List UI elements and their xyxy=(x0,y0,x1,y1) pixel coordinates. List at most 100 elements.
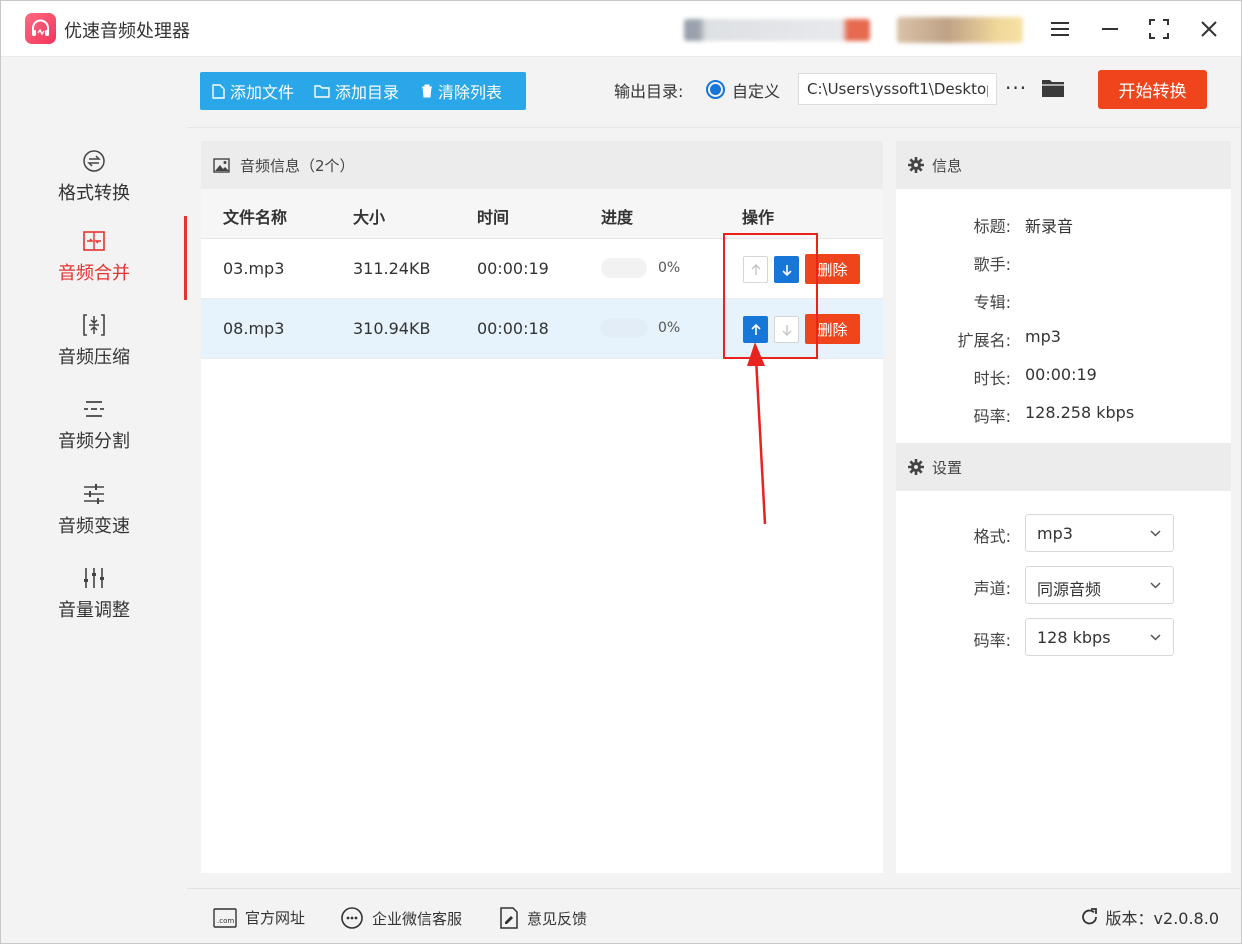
sidebar-item-audio-compress[interactable]: 音频压缩 xyxy=(1,300,187,380)
feedback-link[interactable]: 意见反馈 xyxy=(499,907,587,929)
table-row[interactable]: 08.mp3 310.94KB 00:00:18 0% 删除 xyxy=(201,299,883,359)
table-header: 文件名称 大小 时间 进度 操作 xyxy=(201,189,883,239)
folder-icon xyxy=(314,85,330,98)
sidebar-item-label: 格式转换 xyxy=(58,183,130,204)
move-down-button[interactable] xyxy=(774,316,799,343)
info-value-extension: mp3 xyxy=(1025,327,1061,346)
website-label: 官方网址 xyxy=(245,909,306,927)
file-duration: 00:00:18 xyxy=(477,319,549,338)
setting-label-channel: 声道: xyxy=(973,579,1011,598)
refresh-icon xyxy=(1081,908,1097,925)
gear-icon xyxy=(908,459,924,475)
file-panel-header: 音频信息（2个） xyxy=(201,141,883,189)
info-label-artist: 歌手: xyxy=(973,255,1011,274)
col-size: 大小 xyxy=(353,208,386,227)
sidebar: 格式转换 音频合并 音频压缩 音频分割 音频变速 音量调整 xyxy=(1,58,187,943)
progress-bar xyxy=(601,318,647,338)
svg-text:.com: .com xyxy=(217,917,234,925)
info-value-bitrate: 128.258 kbps xyxy=(1025,403,1135,422)
version-label: 版本：v2.0.8.0 xyxy=(1105,909,1219,928)
add-directory-button[interactable]: 添加目录 xyxy=(294,72,399,110)
app-logo-icon xyxy=(25,13,56,44)
move-up-button[interactable] xyxy=(743,256,768,283)
start-convert-button[interactable]: 开始转换 xyxy=(1098,70,1207,109)
info-value-title: 新录音 xyxy=(1025,217,1074,236)
chevron-down-icon xyxy=(1150,634,1161,641)
footer: .com 官方网址 企业微信客服 意见反馈 版本：v2.0.8.0 xyxy=(187,888,1241,943)
toolbar: 添加文件 添加目录 清除列表 输出目录: 自定义 ··· 开始转换 xyxy=(187,58,1241,128)
minimize-icon[interactable] xyxy=(1096,15,1124,43)
col-time: 时间 xyxy=(477,208,510,227)
arrow-up-icon xyxy=(750,323,761,335)
custom-radio-label[interactable]: 自定义 xyxy=(732,78,780,102)
file-list-panel: 音频信息（2个） 文件名称 大小 时间 进度 操作 03.mp3 311.24K… xyxy=(201,141,883,873)
arrow-down-icon xyxy=(781,264,792,276)
settings-panel-title: 设置 xyxy=(932,458,963,477)
custom-radio[interactable] xyxy=(706,80,725,99)
info-panel-header: 信息 xyxy=(896,141,1231,189)
sidebar-item-format-convert[interactable]: 格式转换 xyxy=(1,136,187,216)
info-label-duration: 时长: xyxy=(973,369,1011,388)
browse-more-button[interactable]: ··· xyxy=(1005,76,1027,100)
menu-icon[interactable] xyxy=(1046,15,1074,43)
clear-list-button[interactable]: 清除列表 xyxy=(399,72,502,110)
file-icon xyxy=(212,83,225,99)
gear-icon xyxy=(908,157,924,173)
app-window: 优速音频处理器 格式转换 音频合并 音频压缩 音频分割 音频变速 音量调整 添加… xyxy=(0,0,1242,944)
trash-icon xyxy=(422,84,433,98)
format-select[interactable]: mp3 xyxy=(1025,514,1174,552)
version-info: 版本：v2.0.8.0 xyxy=(1080,905,1219,929)
file-panel-title: 音频信息（2个） xyxy=(240,156,355,175)
audio-speed-icon xyxy=(82,480,106,508)
sidebar-item-label: 音频压缩 xyxy=(58,347,130,368)
delete-button[interactable]: 删除 xyxy=(805,314,860,344)
radio-dot xyxy=(710,84,721,95)
sidebar-item-audio-split[interactable]: 音频分割 xyxy=(1,384,187,464)
settings-panel: 设置 格式: mp3 声道: 同源音频 码率: 128 kbps xyxy=(896,443,1231,873)
feedback-icon xyxy=(500,907,518,929)
sidebar-item-label: 音频分割 xyxy=(58,431,130,452)
file-size: 310.94KB xyxy=(353,319,431,338)
info-value-duration: 00:00:19 xyxy=(1025,365,1097,384)
close-icon[interactable] xyxy=(1195,15,1223,43)
file-name: 03.mp3 xyxy=(223,259,285,278)
channel-select[interactable]: 同源音频 xyxy=(1025,566,1174,604)
sidebar-item-volume-adjust[interactable]: 音量调整 xyxy=(1,553,187,633)
website-link[interactable]: .com 官方网址 xyxy=(213,907,305,928)
feedback-label: 意见反馈 xyxy=(527,909,588,928)
progress-percent: 0% xyxy=(658,260,681,276)
output-path-input[interactable] xyxy=(798,73,997,105)
clear-list-label: 清除列表 xyxy=(438,83,503,102)
info-label-album: 专辑: xyxy=(973,293,1011,312)
volume-adjust-icon xyxy=(82,564,106,592)
website-icon: .com xyxy=(213,907,237,928)
file-duration: 00:00:19 xyxy=(477,259,549,278)
delete-button[interactable]: 删除 xyxy=(805,254,860,284)
channel-select-value: 同源音频 xyxy=(1037,580,1102,599)
move-down-button[interactable] xyxy=(774,256,799,283)
sidebar-item-label: 音频合并 xyxy=(58,263,130,284)
add-file-label: 添加文件 xyxy=(230,83,295,102)
format-select-value: mp3 xyxy=(1037,524,1073,543)
maximize-icon[interactable] xyxy=(1145,15,1173,43)
file-size: 311.24KB xyxy=(353,259,431,278)
table-row[interactable]: 03.mp3 311.24KB 00:00:19 0% 删除 xyxy=(201,239,883,299)
move-up-button[interactable] xyxy=(743,316,768,343)
open-folder-icon[interactable] xyxy=(1041,78,1065,102)
add-file-button[interactable]: 添加文件 xyxy=(200,72,294,110)
arrow-down-icon xyxy=(781,324,792,336)
bitrate-select[interactable]: 128 kbps xyxy=(1025,618,1174,656)
format-convert-icon xyxy=(82,147,106,175)
progress-bar xyxy=(601,258,647,278)
file-name: 08.mp3 xyxy=(223,319,285,338)
user-avatar-blurred xyxy=(897,17,1023,43)
audio-compress-icon xyxy=(82,311,106,339)
chevron-down-icon xyxy=(1150,530,1161,537)
info-panel: 信息 标题: 新录音 歌手: 专辑: 扩展名: mp3 时长: 00:00:19… xyxy=(896,141,1231,443)
wechat-service-link[interactable]: 企业微信客服 xyxy=(340,907,462,929)
info-label-title: 标题: xyxy=(973,217,1011,236)
setting-label-bitrate: 码率: xyxy=(973,631,1011,650)
progress-percent: 0% xyxy=(658,320,681,336)
sidebar-item-audio-merge[interactable]: 音频合并 xyxy=(1,216,187,300)
sidebar-item-audio-speed[interactable]: 音频变速 xyxy=(1,469,187,549)
